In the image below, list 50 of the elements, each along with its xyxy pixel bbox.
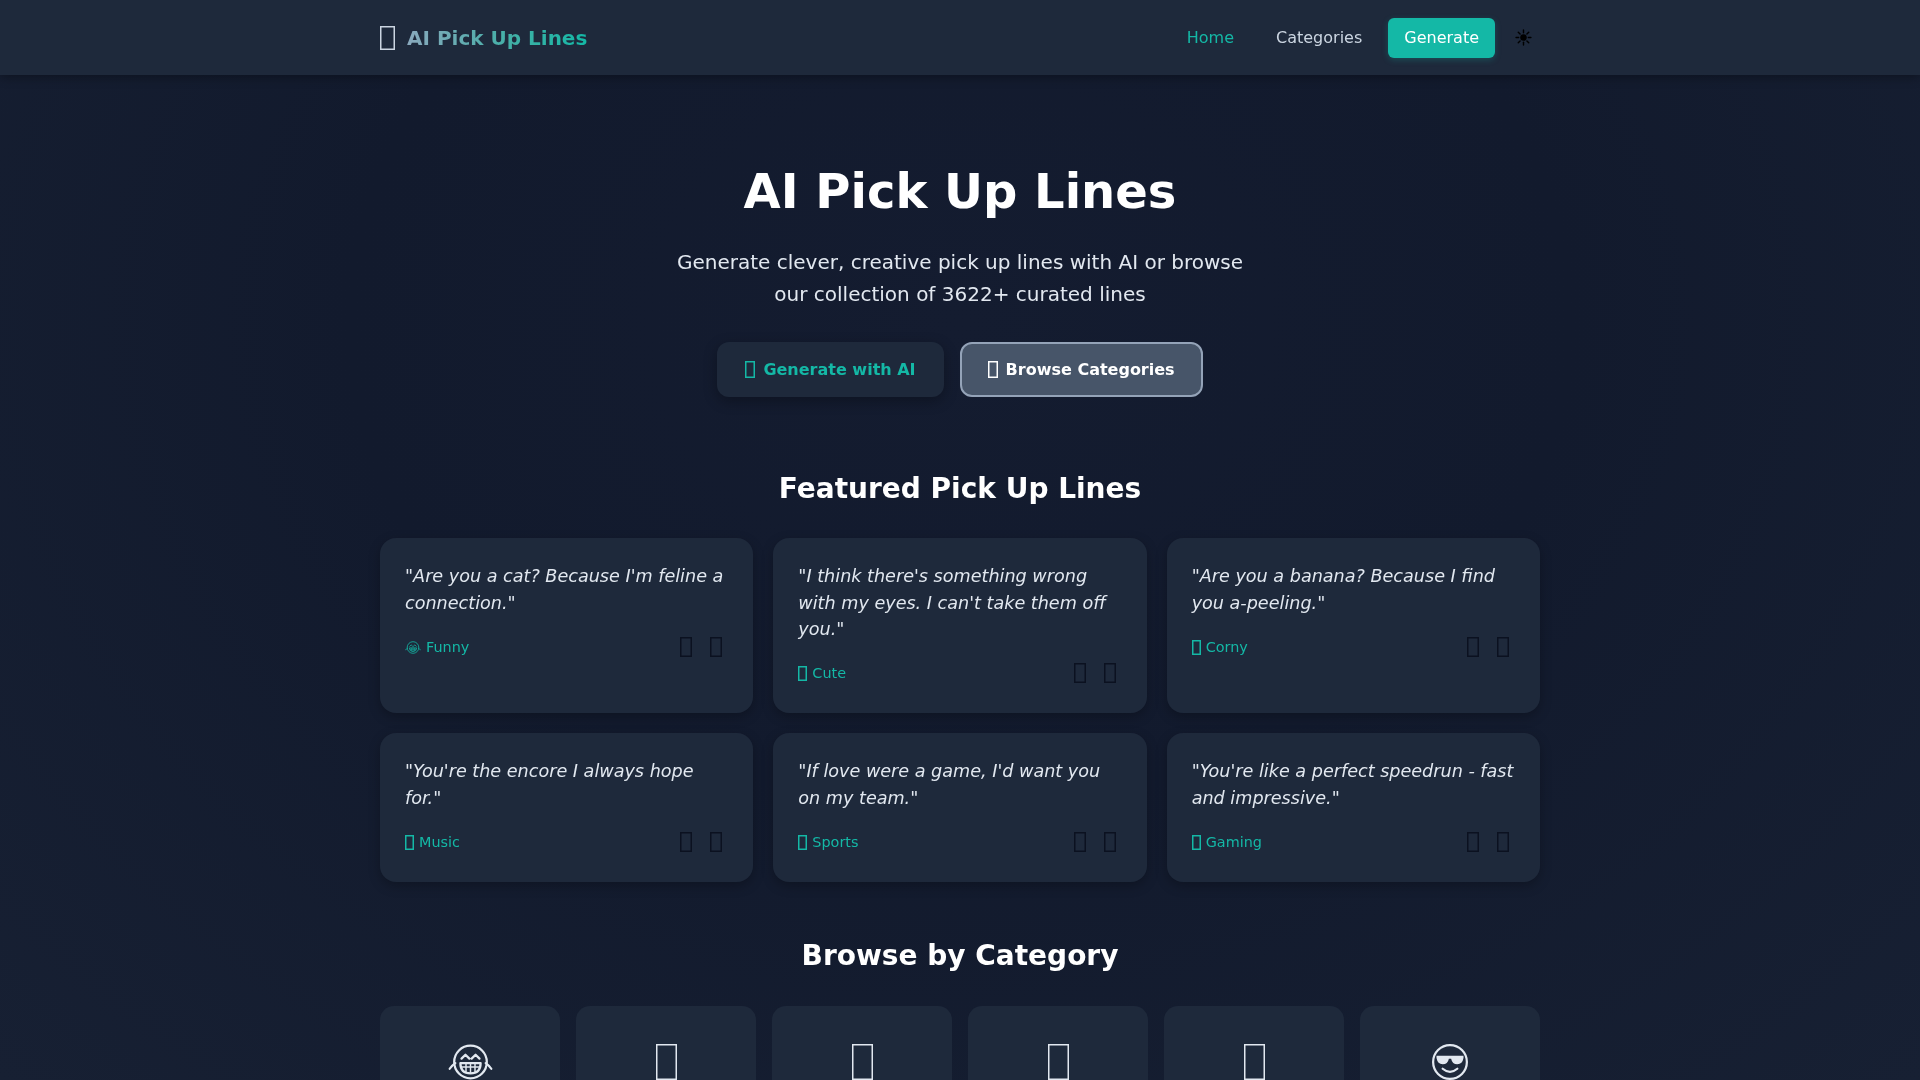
category-card[interactable]: [380, 1005, 560, 1080]
missing-glyph-icon: [1073, 832, 1086, 853]
cta-button[interactable]: Generate with AI: [717, 341, 944, 397]
missing-glyph-icon: [745, 360, 756, 378]
missing-glyph-icon: [987, 360, 998, 378]
missing-glyph-icon: [851, 1043, 873, 1080]
laughing-face-icon: [447, 1043, 493, 1080]
missing-glyph-icon: [1047, 1043, 1069, 1080]
nav-link[interactable]: Categories: [1260, 18, 1379, 57]
hero-subtitle: Generate clever, creative pick up lines with AI or browse our collection of 3622+ curated lines: [675, 248, 1245, 308]
laughing-face-icon: [405, 640, 421, 654]
missing-glyph-icon: [1191, 639, 1201, 655]
quote-text: "If love were a game, I'd want you on my team.": [798, 760, 1102, 810]
category-card[interactable]: [1360, 1005, 1540, 1080]
category-label: Sports: [812, 834, 859, 851]
category-label: Cute: [812, 665, 846, 682]
missing-glyph-icon: [1103, 663, 1116, 684]
missing-glyph-icon: [1073, 663, 1086, 684]
sunglasses-face-icon: [1432, 1043, 1468, 1080]
missing-glyph-icon: [710, 832, 723, 853]
missing-glyph-icon: [798, 834, 808, 850]
hero-title: AI Pick Up Lines: [742, 163, 1178, 221]
missing-glyph-icon: [1497, 637, 1509, 657]
cta-button[interactable]: Browse Categories: [959, 341, 1203, 397]
missing-glyph-icon: [1467, 832, 1479, 853]
category-label: Funny: [426, 639, 470, 655]
nav-link[interactable]: Home: [1170, 18, 1250, 57]
missing-glyph-icon: [1191, 834, 1201, 850]
quote-text: "I think there's something wrong with my eyes. I can't take them off you.": [798, 565, 1109, 641]
missing-glyph-icon: [798, 665, 808, 681]
section-title: Browse by Category: [800, 939, 1120, 973]
missing-glyph-icon: [680, 637, 693, 657]
section-title: Featured Pick Up Lines: [777, 471, 1143, 506]
quote-text: "Are you a cat? Because I'm feline a connection.": [405, 565, 725, 615]
missing-glyph-icon: [1243, 1043, 1265, 1080]
missing-glyph-icon: [710, 637, 723, 657]
missing-glyph-icon: [655, 1043, 677, 1080]
missing-glyph-icon: [405, 834, 414, 850]
missing-glyph-icon: [1497, 832, 1509, 853]
missing-glyph-icon: [680, 832, 693, 853]
category-label: Music: [419, 834, 460, 851]
quote-text: "You're the encore I always hope for.": [405, 760, 695, 810]
missing-glyph-icon: [1467, 637, 1479, 657]
missing-glyph-icon: [380, 25, 395, 50]
missing-glyph-icon: [1103, 832, 1116, 853]
category-label: Gaming: [1205, 834, 1262, 851]
sun-icon: [1515, 29, 1532, 46]
quote-text: "You're like a perfect speedrun - fast and impressive.": [1191, 760, 1515, 810]
quote-text: "Are you a banana? Because I find you a-peeling.": [1191, 565, 1497, 615]
category-label: Corny: [1205, 639, 1248, 655]
